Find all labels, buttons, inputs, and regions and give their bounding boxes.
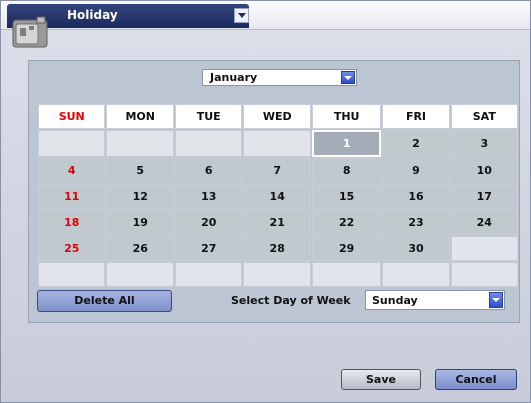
day-cell[interactable]: 3: [450, 130, 518, 157]
day-cell[interactable]: 2: [382, 130, 450, 157]
day-cell[interactable]: 18: [38, 210, 106, 235]
select-day-of-week-label: Select Day of Week: [231, 294, 351, 307]
calendar-week-row: 18 19 20 21 22 23 24: [38, 210, 518, 235]
day-cell[interactable]: 9: [382, 158, 450, 183]
weekday-thu: THU: [311, 104, 382, 129]
day-cell-empty: [311, 262, 382, 287]
holiday-folder-icon: [12, 16, 48, 48]
day-cell-empty: [38, 130, 106, 157]
day-cell[interactable]: 26: [106, 236, 175, 261]
title-dropdown-button[interactable]: [234, 8, 249, 23]
day-cell-empty: [38, 262, 106, 287]
day-cell[interactable]: 24: [450, 210, 518, 235]
day-of-week-select-value: Sunday: [372, 294, 418, 307]
calendar-week-row: 1 2 3: [38, 130, 518, 157]
day-cell[interactable]: 14: [243, 184, 311, 209]
day-cell-empty: [175, 262, 243, 287]
day-cell[interactable]: 19: [106, 210, 175, 235]
day-cell[interactable]: 13: [175, 184, 243, 209]
day-cell[interactable]: 10: [450, 158, 518, 183]
day-cell-empty: [243, 130, 311, 157]
delete-all-button[interactable]: Delete All: [37, 290, 172, 312]
day-cell-selected[interactable]: 1: [311, 130, 382, 157]
save-button[interactable]: Save: [341, 369, 421, 390]
day-cell[interactable]: 20: [175, 210, 243, 235]
day-cell[interactable]: 6: [175, 158, 243, 183]
day-cell-empty: [382, 262, 450, 287]
calendar-week-row: 25 26 27 28 29 30: [38, 236, 518, 261]
calendar-week-row: 4 5 6 7 8 9 10: [38, 158, 518, 183]
day-cell[interactable]: 11: [38, 184, 106, 209]
weekday-header-row: SUN MON TUE WED THU FRI SAT: [38, 104, 518, 129]
day-cell[interactable]: 29: [311, 236, 382, 261]
calendar-week-row: 11 12 13 14 15 16 17: [38, 184, 518, 209]
weekday-sun: SUN: [38, 104, 106, 129]
day-cell[interactable]: 21: [243, 210, 311, 235]
title-bar: Holiday: [1, 1, 530, 30]
weekday-wed: WED: [243, 104, 311, 129]
day-cell[interactable]: 7: [243, 158, 311, 183]
day-cell[interactable]: 4: [38, 158, 106, 183]
day-cell-empty: [243, 262, 311, 287]
calendar-week-row: [38, 262, 518, 287]
window-title: Holiday: [67, 8, 118, 22]
day-of-week-select[interactable]: Sunday: [365, 290, 505, 310]
weekday-tue: TUE: [175, 104, 243, 129]
day-cell[interactable]: 5: [106, 158, 175, 183]
day-cell[interactable]: 27: [175, 236, 243, 261]
day-cell[interactable]: 30: [382, 236, 450, 261]
month-select-value: January: [210, 71, 258, 84]
day-cell[interactable]: 17: [450, 184, 518, 209]
day-cell-empty: [450, 236, 518, 261]
calendar-grid: SUN MON TUE WED THU FRI SAT 1 2 3 4 5 6: [37, 103, 519, 288]
day-cell[interactable]: 16: [382, 184, 450, 209]
day-cell-empty: [175, 130, 243, 157]
weekday-mon: MON: [106, 104, 175, 129]
day-cell-empty: [106, 262, 175, 287]
day-cell-empty: [450, 262, 518, 287]
day-cell[interactable]: 28: [243, 236, 311, 261]
calendar-panel: January SUN MON TUE WED THU FRI SAT 1 2 …: [28, 60, 520, 323]
chevron-down-icon[interactable]: [341, 71, 355, 84]
day-cell[interactable]: 22: [311, 210, 382, 235]
day-cell[interactable]: 15: [311, 184, 382, 209]
chevron-down-icon[interactable]: [489, 292, 503, 308]
holiday-window: Holiday January SUN MON TUE WED THU FRI …: [0, 0, 531, 403]
day-cell[interactable]: 8: [311, 158, 382, 183]
cancel-button[interactable]: Cancel: [435, 369, 517, 390]
weekday-fri: FRI: [382, 104, 450, 129]
day-cell[interactable]: 25: [38, 236, 106, 261]
weekday-sat: SAT: [450, 104, 518, 129]
month-select[interactable]: January: [202, 69, 357, 86]
day-cell[interactable]: 23: [382, 210, 450, 235]
day-cell-empty: [106, 130, 175, 157]
day-cell[interactable]: 12: [106, 184, 175, 209]
